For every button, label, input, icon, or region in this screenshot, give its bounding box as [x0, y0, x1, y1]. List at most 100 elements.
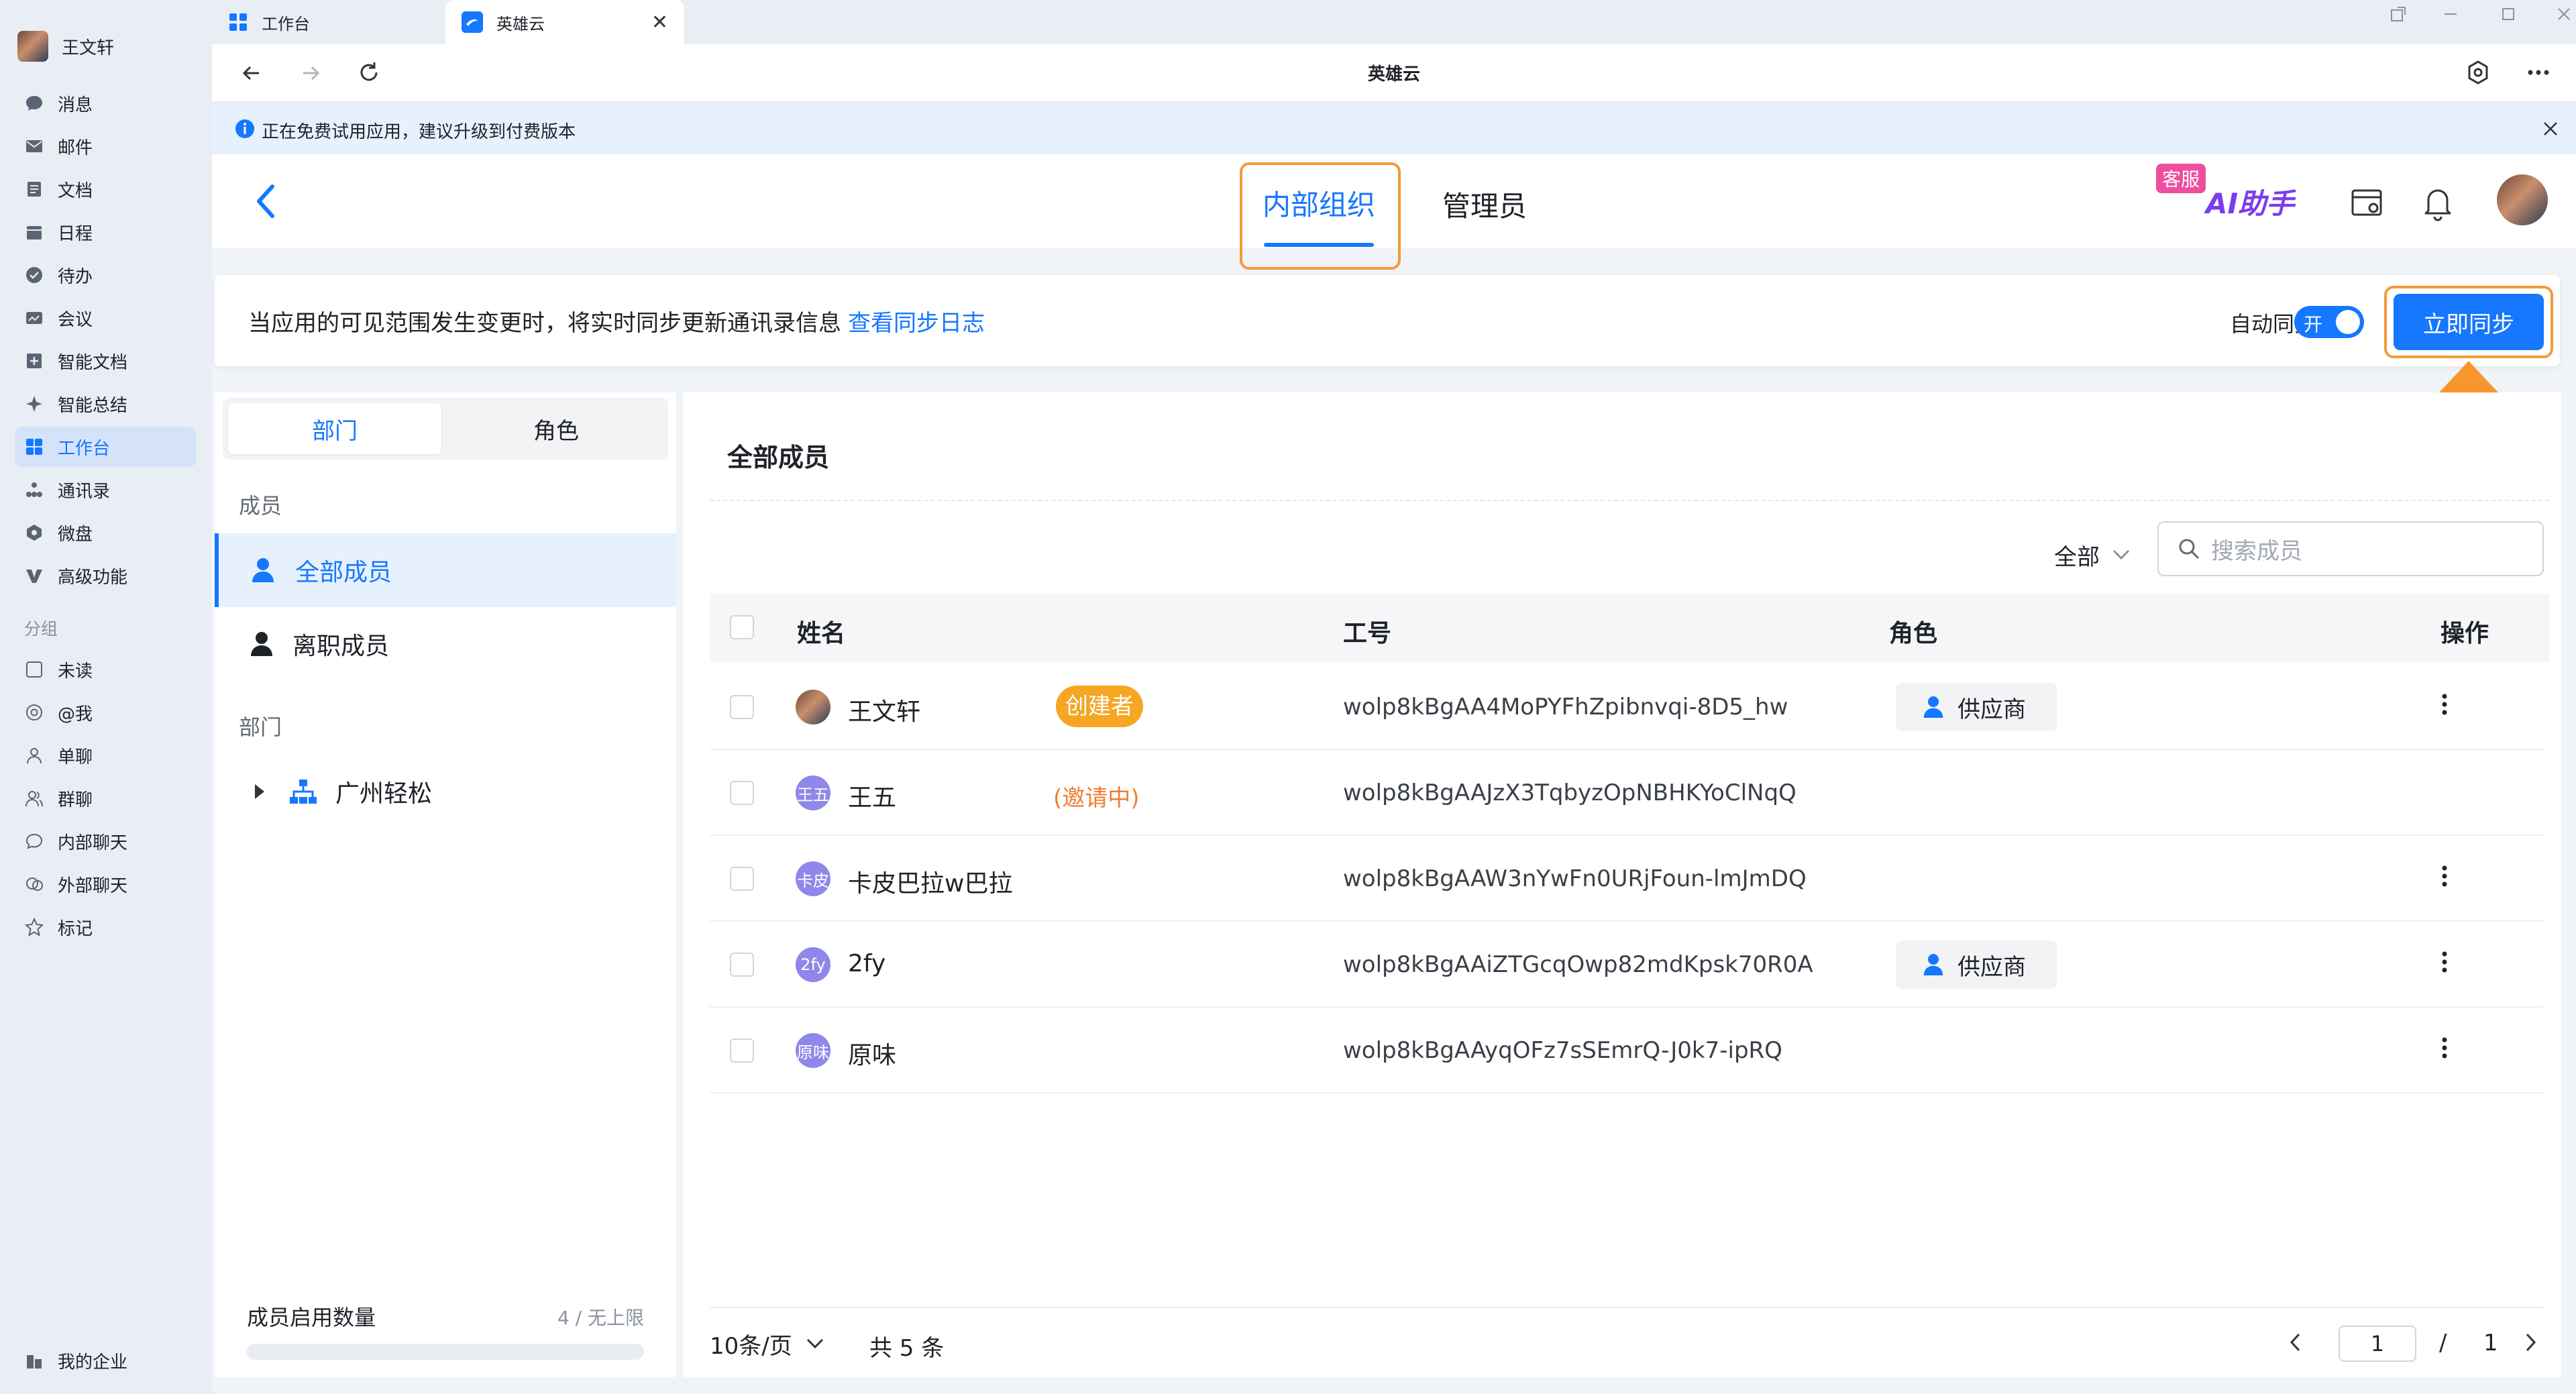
auto-sync-toggle[interactable]: 开 [2294, 306, 2364, 338]
row-more-actions-icon[interactable] [2440, 691, 2449, 718]
sidebar-item-label: 文档 [58, 180, 93, 201]
table-row[interactable]: 王五 王五 (邀请中) wolp8kBgAAJzX3TqbyzOpNBHKYoClNq… [710, 750, 2544, 836]
avatar [796, 690, 830, 725]
sidebar-item-mail[interactable]: 邮件 [15, 126, 196, 166]
calendar-icon [24, 222, 44, 242]
single-user-icon [24, 745, 44, 765]
grid-icon [24, 437, 44, 457]
kefu-badge-label: 客服 [2161, 168, 2200, 191]
seg-department[interactable]: 部门 [228, 403, 441, 454]
sidebar-item-chat-bubble[interactable]: 消息 [15, 83, 196, 123]
sidebar-item-label: @我 [58, 704, 93, 725]
sidebar-item-external-chat[interactable]: 外部聊天 [15, 864, 196, 904]
table-row[interactable]: 2fy 2fy wolp8kBgAAiZTGcqOwp82mdKpsk70R0A 供应… [710, 922, 2544, 1008]
member-id: wolp8kBgAAiZTGcqOwp82mdKpsk70R0A [1343, 951, 1813, 978]
sidebar-item-internal-chat[interactable]: 内部聊天 [15, 821, 196, 861]
tab-admin[interactable]: 管理员 [1442, 184, 1527, 225]
quota-label: 成员启用数量 [247, 1305, 376, 1330]
all-members-item[interactable]: 全部成员 [215, 533, 676, 607]
row-checkbox[interactable] [730, 953, 754, 977]
close-tab-icon[interactable]: ✕ [651, 11, 668, 34]
sidebar-item-cloud-disk[interactable]: 微盘 [15, 513, 196, 553]
sidebar-item-sparkle[interactable]: 智能总结 [15, 384, 196, 424]
maximize-icon[interactable] [2479, 6, 2537, 22]
page-size-select[interactable]: 10条/页 [710, 1327, 824, 1360]
prev-page-icon[interactable] [2289, 1332, 2302, 1352]
settings-icon[interactable] [2465, 59, 2491, 86]
left-members-label: 离职成员 [292, 633, 390, 660]
row-checkbox[interactable] [730, 867, 754, 891]
ai-assistant-button[interactable]: AI助手 [2206, 181, 2294, 222]
left-members-item[interactable]: 离职成员 [215, 607, 676, 681]
bell-icon[interactable] [2420, 184, 2455, 221]
seg-role-label: 角色 [533, 417, 579, 445]
row-checkbox[interactable] [730, 695, 754, 719]
sidebar-item-star[interactable]: 标记 [15, 907, 196, 947]
kefu-badge[interactable]: 客服 [2156, 164, 2206, 193]
member-icon [1923, 953, 1944, 977]
avatar: 原味 [796, 1033, 830, 1068]
member-id: wolp8kBgAA4MoPYFhZpibnvqi-8D5_hw [1343, 694, 1788, 720]
pin-window-icon[interactable] [2375, 5, 2422, 23]
smart-doc-icon [24, 351, 44, 371]
minimize-icon[interactable] [2422, 6, 2479, 22]
more-menu-icon[interactable] [2525, 59, 2552, 86]
member-icon [1923, 695, 1944, 719]
sidebar-item-unread[interactable]: 未读 [15, 649, 196, 690]
close-notice-icon[interactable] [2541, 119, 2560, 138]
user-name: 王文轩 [62, 38, 115, 58]
row-checkbox[interactable] [730, 781, 754, 805]
view-sync-log-link[interactable]: 查看同步日志 [848, 305, 985, 337]
sidebar-item-group-users[interactable]: 群聊 [15, 778, 196, 818]
back-chevron-icon[interactable] [254, 182, 278, 220]
sync-now-button[interactable]: 立即同步 [2394, 294, 2544, 350]
org-chart-icon [24, 480, 44, 500]
current-page: 1 [2370, 1331, 2385, 1356]
my-enterprise-label: 我的企业 [58, 1352, 128, 1373]
seg-role[interactable]: 角色 [449, 403, 663, 454]
row-checkbox[interactable] [730, 1038, 754, 1063]
sidebar-item-grid[interactable]: 工作台 [15, 427, 196, 467]
table-row[interactable]: 卡皮 卡皮巴拉w巴拉 wolp8kBgAAW3nYwFn0URjFoun-lmJmD… [710, 836, 2544, 922]
notice-text: 正在免费试用应用，建议升级到付费版本 [262, 122, 576, 142]
sidebar-item-label: 高级功能 [58, 567, 128, 588]
my-enterprise[interactable]: 我的企业 [15, 1340, 196, 1381]
row-more-actions-icon[interactable] [2440, 863, 2449, 890]
sidebar-item-meeting[interactable]: 会议 [15, 298, 196, 338]
table-row[interactable]: 王文轩 创建者 wolp8kBgAA4MoPYFhZpibnvqi-8D5_hw 供应… [710, 664, 2544, 750]
sidebar-item-smart-doc[interactable]: 智能文档 [15, 341, 196, 381]
calendar-settings-icon[interactable] [2349, 185, 2384, 220]
grid-icon [228, 12, 248, 32]
close-window-icon[interactable] [2537, 6, 2576, 22]
sidebar-item-org-chart[interactable]: 通讯录 [15, 470, 196, 510]
sidebar-item-todo-check[interactable]: 待办 [15, 255, 196, 295]
table-row[interactable]: 原味 原味 wolp8kBgAAyqOFz7sSEmrQ-J0k7-ipRQ [710, 1008, 2544, 1093]
sidebar-item-at[interactable]: @我 [15, 692, 196, 733]
sidebar-item-document[interactable]: 文档 [15, 169, 196, 209]
toggle-on-text: 开 [2304, 313, 2323, 335]
chevron-down-icon [806, 1338, 824, 1350]
next-page-icon[interactable] [2524, 1332, 2537, 1352]
sidebar-item-premium-v[interactable]: 高级功能 [15, 555, 196, 596]
current-user[interactable]: 王文轩 [17, 31, 114, 62]
tab-workbench[interactable]: 工作台 [212, 0, 445, 44]
row-more-actions-icon[interactable] [2440, 949, 2449, 975]
tab-internal-org[interactable]: 内部组织 [1260, 182, 1378, 247]
address-bar: 英雄云 [212, 44, 2576, 102]
search-input[interactable]: 搜索成员 [2157, 521, 2544, 576]
sidebar-item-label: 工作台 [58, 438, 111, 459]
sidebar-item-calendar[interactable]: 日程 [15, 212, 196, 252]
dept-tree-item[interactable]: 广州轻松 [215, 768, 676, 815]
tab-hero-cloud[interactable]: 英雄云 ✕ [445, 0, 684, 44]
expand-caret-icon[interactable] [252, 783, 266, 800]
sidebar-item-single-user[interactable]: 单聊 [15, 735, 196, 775]
sidebar-item-label: 智能文档 [58, 352, 128, 373]
page-number-input[interactable]: 1 [2339, 1326, 2416, 1362]
unread-icon [24, 659, 44, 680]
row-more-actions-icon[interactable] [2440, 1034, 2449, 1061]
header-avatar[interactable] [2497, 174, 2548, 225]
select-all-checkbox[interactable] [730, 615, 754, 639]
status-filter-select[interactable]: 全部 [2054, 535, 2131, 575]
group-title: 分组 [24, 619, 58, 639]
group-users-icon [24, 788, 44, 808]
